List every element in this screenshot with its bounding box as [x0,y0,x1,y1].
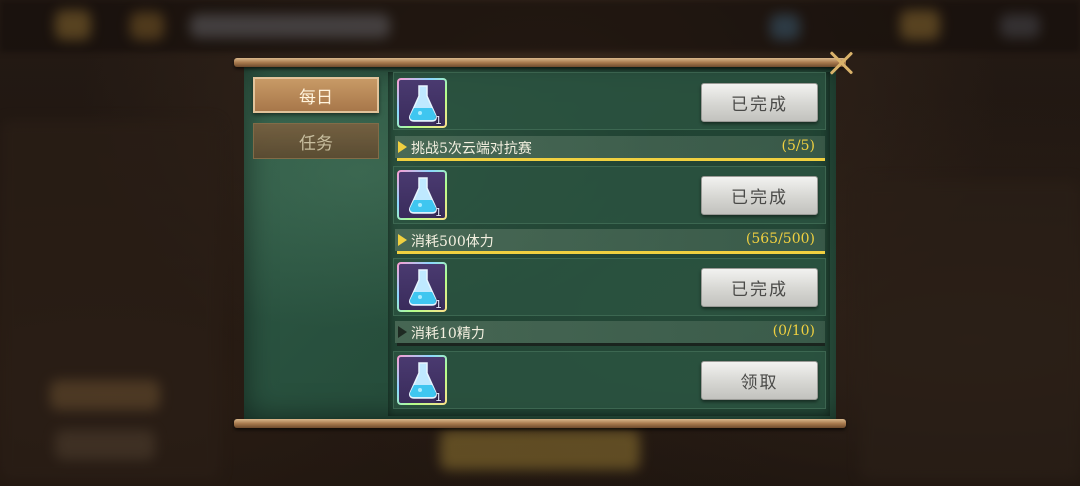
reward-quantity: 1 [435,114,442,127]
task-title-row: 消耗10精力 (0/10) [395,321,825,343]
arrow-right-icon [398,326,407,338]
reward-slot[interactable]: 1 [397,355,447,405]
tab-daily-label: 每日 [299,87,333,108]
arrow-right-icon [398,234,407,246]
reward-quantity: 1 [435,391,442,404]
task-name: 挑战5次云端对抗赛 [411,141,532,157]
scroll-rod-top [234,58,846,67]
potion-flask-icon [409,85,437,122]
background-button [440,430,640,470]
progress-fill [397,158,825,161]
scroll-rod-bottom [234,419,846,428]
claim-button[interactable]: 领取 [701,361,818,400]
potion-flask-icon [409,269,437,306]
reward-slot[interactable]: 1 [397,78,447,128]
close-icon[interactable] [826,48,856,78]
button-label: 领取 [740,373,779,393]
task-title-row: 挑战5次云端对抗赛 (5/5) [395,136,825,158]
potion-flask-icon [409,362,437,399]
tab-tasks[interactable]: 任务 [253,123,379,159]
background-icon [55,10,91,40]
completed-button[interactable]: 已完成 [701,83,818,122]
task-name: 消耗10精力 [411,326,485,342]
background-title [190,14,390,38]
completed-button[interactable]: 已完成 [701,176,818,215]
arrow-right-icon [398,141,407,153]
task-progress-bar [397,158,825,161]
background-shelf [860,180,1080,480]
completed-button[interactable]: 已完成 [701,268,818,307]
reward-quantity: 1 [435,298,442,311]
task-title-row: 消耗500体力 (565/500) [395,229,825,251]
background-icon [130,12,164,40]
button-label: 已完成 [731,188,788,208]
background-icon [900,10,940,40]
reward-slot[interactable]: 1 [397,170,447,220]
reward-quantity: 1 [435,206,442,219]
background-shelf [0,120,220,480]
background-item [55,430,155,460]
potion-flask-icon [409,177,437,214]
tab-tasks-label: 任务 [299,133,333,154]
background-item [50,380,160,410]
task-progress-text: (565/500) [745,231,815,247]
background-icon [770,14,800,40]
background-icon [1000,14,1040,38]
task-progress-bar [397,251,825,254]
task-name: 消耗500体力 [411,234,494,250]
button-label: 已完成 [731,280,788,300]
task-progress-bar [397,343,825,346]
button-label: 已完成 [731,95,788,115]
task-progress-text: (0/10) [772,323,815,339]
reward-slot[interactable]: 1 [397,262,447,312]
tab-daily[interactable]: 每日 [253,77,379,113]
progress-fill [397,251,825,254]
task-progress-text: (5/5) [781,138,815,154]
